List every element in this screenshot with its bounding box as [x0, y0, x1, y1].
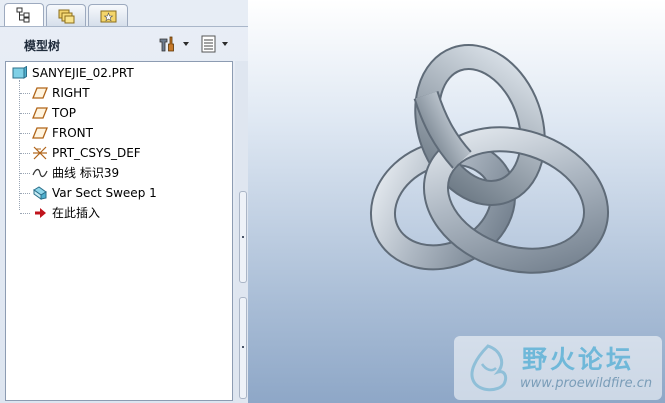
tree-connector	[20, 193, 30, 194]
tree-item-front[interactable]: FRONT	[32, 124, 212, 142]
model-tree-icon	[16, 7, 30, 23]
tree-item-csys[interactable]: PRT_CSYS_DEF	[32, 144, 212, 162]
curve-icon	[32, 168, 48, 178]
sweep-icon	[33, 186, 47, 200]
tree-root-part[interactable]: SANYEJIE_02.PRT	[12, 64, 212, 82]
tree-connector	[20, 93, 30, 94]
panel-tab-bar	[0, 0, 248, 27]
show-button[interactable]	[200, 34, 232, 54]
tree-item-label: Var Sect Sweep 1	[52, 186, 157, 200]
folder-browser-icon	[58, 9, 75, 24]
datum-plane-icon	[32, 127, 48, 139]
tree-item-label: 在此插入	[52, 206, 101, 220]
tree-connector	[20, 173, 30, 174]
tree-item-right[interactable]: RIGHT	[32, 84, 212, 102]
splitter-grip-top[interactable]	[239, 191, 247, 283]
folder-browser-tab[interactable]	[46, 4, 86, 26]
tree-item-label: SANYEJIE_02.PRT	[32, 66, 134, 80]
panel-title: 模型树	[24, 39, 61, 53]
tree-item-top[interactable]: TOP	[32, 104, 212, 122]
datum-plane-icon	[32, 87, 48, 99]
tree-item-curve[interactable]: 曲线 标识39	[32, 164, 212, 182]
panel-header: 模型树	[0, 27, 248, 61]
forum-logo-icon	[470, 344, 508, 392]
insert-here-arrow-icon	[35, 208, 46, 218]
model-tree-tab[interactable]	[4, 3, 44, 26]
tree-item-insert-here[interactable]: 在此插入	[32, 204, 212, 222]
datum-plane-icon	[32, 107, 48, 119]
tree-item-label: 曲线 标识39	[52, 166, 120, 180]
tree-connector	[20, 133, 30, 134]
tree-item-label: TOP	[52, 106, 77, 120]
panel-splitter[interactable]	[235, 61, 248, 403]
chevron-down-icon	[183, 42, 189, 46]
coordinate-system-icon	[33, 146, 47, 160]
favorites-tab[interactable]	[88, 4, 128, 26]
tree-item-sweep[interactable]: Var Sect Sweep 1	[32, 184, 222, 202]
chevron-down-icon	[222, 42, 228, 46]
watermark-title: 野火论坛	[522, 345, 635, 374]
left-panel: 模型树 SANYEJIE_02.PRT RIGHT TOP FRONT PRT_…	[0, 0, 248, 403]
favorites-folder-icon	[100, 10, 117, 23]
tree-item-label: RIGHT	[52, 86, 90, 100]
tree-connector	[19, 80, 20, 210]
tree-connector	[20, 153, 30, 154]
list-view-icon	[201, 35, 216, 53]
grip-dot	[242, 346, 244, 348]
splitter-grip-bottom[interactable]	[239, 297, 247, 399]
tree-connector	[20, 113, 30, 114]
model-tree: SANYEJIE_02.PRT RIGHT TOP FRONT PRT_CSYS…	[5, 61, 233, 401]
watermark-url: www.proewildfire.cn	[520, 376, 653, 391]
tree-item-label: FRONT	[52, 126, 93, 140]
grip-dot	[242, 236, 244, 238]
part-icon	[12, 66, 27, 79]
settings-button[interactable]	[158, 34, 194, 54]
tree-connector	[20, 213, 30, 214]
tree-item-label: PRT_CSYS_DEF	[52, 146, 141, 160]
tools-icon	[159, 36, 174, 52]
